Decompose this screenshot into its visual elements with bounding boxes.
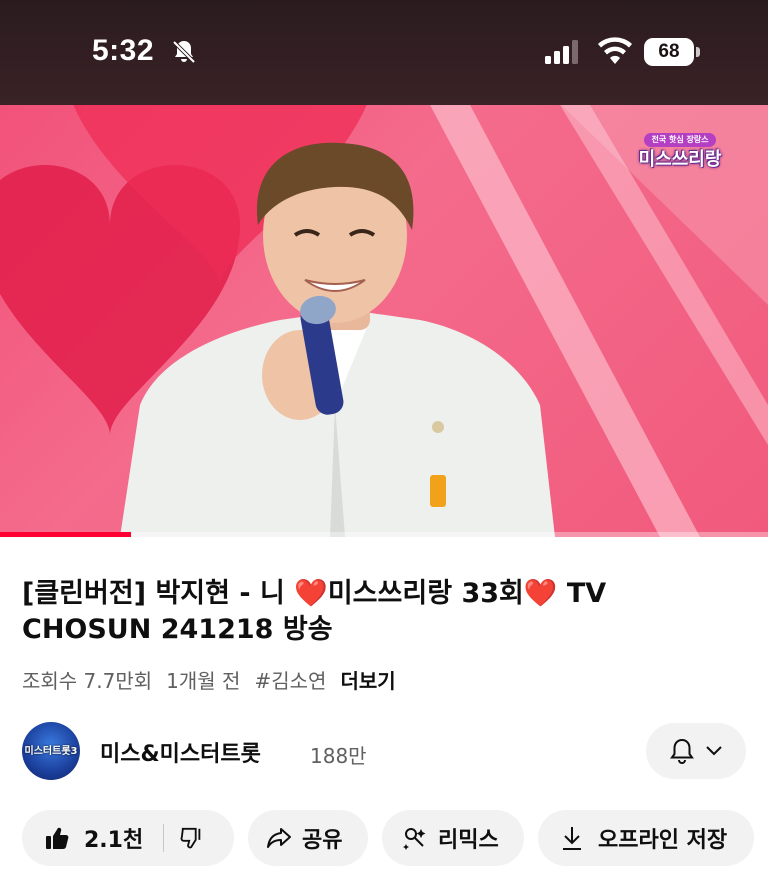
video-meta[interactable]: 조회수 7.7만회 1개월 전 #김소연 더보기	[22, 665, 396, 693]
bell-icon	[670, 738, 694, 764]
remix-icon	[403, 828, 426, 850]
like-dislike-pill: 2.1천	[22, 810, 234, 866]
like-count[interactable]: 2.1천	[84, 822, 143, 854]
wifi-icon	[598, 37, 632, 64]
signal-icon	[545, 40, 578, 64]
channel-avatar-text: 미스터트롯3	[24, 746, 78, 757]
heart-icon: ❤️	[523, 578, 558, 609]
share-button[interactable]: 공유	[248, 810, 368, 866]
action-bar: 2.1천 공유 리믹스 오프라인 저장	[0, 810, 768, 866]
channel-name[interactable]: 미스&미스터트롯	[100, 736, 261, 768]
upload-age: 1개월 전	[166, 668, 241, 693]
heart-icon: ❤️	[294, 578, 328, 609]
more-button[interactable]: 더보기	[340, 665, 395, 694]
title-text-part2: 미스쓰리랑 33회	[327, 578, 524, 609]
remix-button[interactable]: 리믹스	[382, 810, 524, 866]
notification-settings-button[interactable]	[646, 723, 746, 779]
video-title[interactable]: [클린버전] 박지현 - 니 ❤️미스쓰리랑 33회❤️ TV CHOSUN 2…	[22, 576, 742, 648]
channel-logo-bug: 전국 핫심 장랑스 미스쓰리랑	[630, 133, 730, 175]
status-time: 5:32	[92, 34, 155, 67]
video-player[interactable]: 전국 핫심 장랑스 미스쓰리랑	[0, 105, 768, 537]
download-icon	[563, 827, 581, 850]
title-text-part1: [클린버전] 박지현 - 니	[22, 578, 295, 609]
channel-bug-title: 미스쓰리랑	[638, 149, 722, 170]
battery-tip	[696, 47, 700, 57]
hashtag-link[interactable]: #김소연	[254, 665, 326, 694]
battery-indicator: 68	[644, 38, 700, 66]
offline-save-label: 오프라인 저장	[598, 828, 728, 853]
thumbs-down-icon[interactable]	[180, 826, 204, 850]
battery-level: 68	[644, 38, 694, 66]
chevron-down-icon	[706, 746, 722, 756]
subscriber-count: 188만	[310, 744, 367, 768]
share-label: 공유	[302, 828, 343, 853]
channel-avatar[interactable]: 미스터트롯3	[22, 722, 80, 780]
mute-bell-icon	[172, 40, 196, 64]
offline-save-button[interactable]: 오프라인 저장	[538, 810, 754, 866]
like-divider	[163, 824, 165, 852]
remix-label: 리믹스	[438, 828, 499, 853]
thumbs-up-icon[interactable]	[44, 825, 70, 851]
share-icon	[267, 828, 291, 848]
status-bar: 5:32 68	[0, 0, 768, 105]
view-count: 조회수 7.7만회	[22, 668, 153, 693]
